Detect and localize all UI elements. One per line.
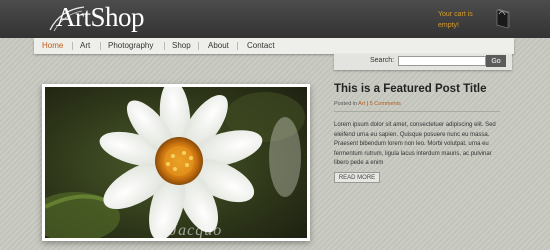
nav-about[interactable]: About <box>208 41 229 50</box>
featured-flower-image <box>45 87 307 238</box>
nav-divider <box>164 42 165 50</box>
nav-divider <box>237 42 238 50</box>
featured-image-frame[interactable] <box>42 84 310 241</box>
nav-photography[interactable]: Photography <box>108 41 153 50</box>
read-more-button[interactable]: READ MORE <box>334 172 380 183</box>
nav-art[interactable]: Art <box>80 41 90 50</box>
post-comments-link[interactable]: 5 Comments <box>370 101 401 107</box>
post-meta: Posted in Art | 5 Comments <box>334 101 401 107</box>
nav-home[interactable]: Home <box>42 41 63 50</box>
image-watermark: Jacquo <box>170 222 223 239</box>
main-nav: Home Art Photography Shop About Contact <box>34 38 514 54</box>
search-go-button[interactable]: Go <box>486 55 506 67</box>
shopping-bag-icon[interactable] <box>494 8 512 30</box>
post-excerpt: Lorem ipsum dolor sit amet, consectetuer… <box>334 122 496 166</box>
nav-divider <box>198 42 199 50</box>
post-meta-prefix: Posted in <box>334 101 357 107</box>
nav-contact[interactable]: Contact <box>247 41 275 50</box>
post-title[interactable]: This is a Featured Post Title <box>334 83 487 95</box>
nav-divider <box>72 42 73 50</box>
post-meta-separator: | <box>366 101 369 107</box>
search-label: Search: <box>370 57 395 64</box>
search-input[interactable] <box>398 56 486 66</box>
site-logo[interactable]: ArtShop <box>56 2 145 33</box>
site-header: ArtShop Your cart is empty! <box>0 0 550 38</box>
cart-status-text[interactable]: Your cart is empty! <box>438 9 484 31</box>
post-category-link[interactable]: Art <box>358 101 365 107</box>
post-divider <box>334 111 500 112</box>
nav-divider <box>100 42 101 50</box>
nav-shop[interactable]: Shop <box>172 41 191 50</box>
search-bar: Search: Go <box>334 54 512 70</box>
